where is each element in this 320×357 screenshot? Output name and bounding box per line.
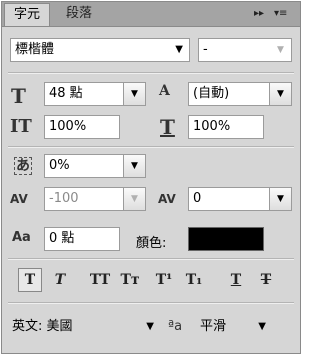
- kerning-value: -100: [49, 191, 79, 206]
- proportional-spacing-icon: あ: [14, 157, 32, 175]
- horizontal-scale-field[interactable]: 100%: [188, 115, 264, 139]
- chevron-down-icon: ▼: [146, 321, 154, 332]
- font-size-value: 48 點: [49, 86, 83, 101]
- chevron-down-icon: ▼: [277, 45, 284, 55]
- kerning-field[interactable]: -100 ▼: [44, 187, 146, 211]
- baseline-shift-icon: Aa: [12, 230, 31, 245]
- font-family-value: 標楷體: [15, 42, 55, 57]
- chevron-down-icon[interactable]: ▼: [123, 83, 145, 105]
- faux-italic-button[interactable]: T: [48, 268, 72, 292]
- faux-bold-button[interactable]: T: [18, 268, 42, 292]
- tab-paragraph[interactable]: 段落: [52, 3, 106, 26]
- antialias-icon: ªa: [168, 319, 183, 334]
- divider: [8, 302, 294, 304]
- leading-field[interactable]: (自動) ▼: [188, 82, 292, 106]
- divider: [8, 146, 294, 148]
- small-caps-button[interactable]: Tт: [118, 268, 142, 292]
- collapse-panel-icon[interactable]: ▸▸: [254, 6, 264, 22]
- chevron-down-icon: ▼: [175, 44, 183, 55]
- antialias-value: 平滑: [200, 319, 227, 334]
- proportional-spacing-field[interactable]: 0% ▼: [44, 154, 146, 178]
- font-style-select[interactable]: - ▼: [198, 38, 292, 62]
- vertical-scale-field[interactable]: 100%: [44, 115, 120, 139]
- tab-bar: 字元 段落 ▸▸ ▾≡: [2, 2, 300, 27]
- superscript-button[interactable]: T¹: [152, 268, 176, 292]
- tracking-field[interactable]: 0 ▼: [188, 187, 292, 211]
- language-value: 英文: 美國: [12, 319, 73, 334]
- font-style-value: -: [203, 42, 208, 57]
- divider: [8, 258, 294, 260]
- strikethrough-button[interactable]: T: [254, 268, 278, 292]
- chevron-down-icon[interactable]: ▼: [269, 188, 291, 210]
- all-caps-button[interactable]: TT: [88, 268, 112, 292]
- chevron-down-icon[interactable]: ▼: [123, 188, 145, 210]
- character-panel: 字元 段落 ▸▸ ▾≡ 標楷體 ▼ - ▼ T 48 點 ▼ A (自動) ▼ …: [1, 1, 301, 354]
- tab-character[interactable]: 字元: [4, 3, 50, 26]
- panel-menu-icon[interactable]: ▾≡: [274, 6, 287, 22]
- color-swatch[interactable]: [188, 227, 264, 251]
- color-label: 顏色:: [136, 236, 167, 251]
- divider: [8, 72, 294, 74]
- tracking-icon: AV: [158, 192, 176, 206]
- font-size-icon: T: [11, 84, 26, 108]
- baseline-shift-field[interactable]: 0 點: [44, 227, 120, 251]
- vertical-scale-icon: IT: [10, 116, 32, 137]
- subscript-button[interactable]: T₁: [182, 268, 206, 292]
- language-select[interactable]: 英文: 美國 ▼: [12, 315, 156, 339]
- underline-button[interactable]: T: [224, 268, 248, 292]
- chevron-down-icon[interactable]: ▼: [269, 83, 291, 105]
- tracking-value: 0: [193, 191, 202, 206]
- chevron-down-icon: ▼: [258, 321, 266, 332]
- leading-icon: A: [159, 83, 170, 99]
- kerning-icon: AV: [10, 192, 28, 206]
- chevron-down-icon[interactable]: ▼: [123, 155, 145, 177]
- font-size-field[interactable]: 48 點 ▼: [44, 82, 146, 106]
- proportional-spacing-value: 0%: [49, 158, 70, 173]
- horizontal-scale-icon: T: [160, 115, 175, 139]
- leading-value: (自動): [193, 86, 230, 101]
- font-family-select[interactable]: 標楷體 ▼: [10, 38, 190, 62]
- antialias-select[interactable]: 平滑 ▼: [200, 315, 268, 339]
